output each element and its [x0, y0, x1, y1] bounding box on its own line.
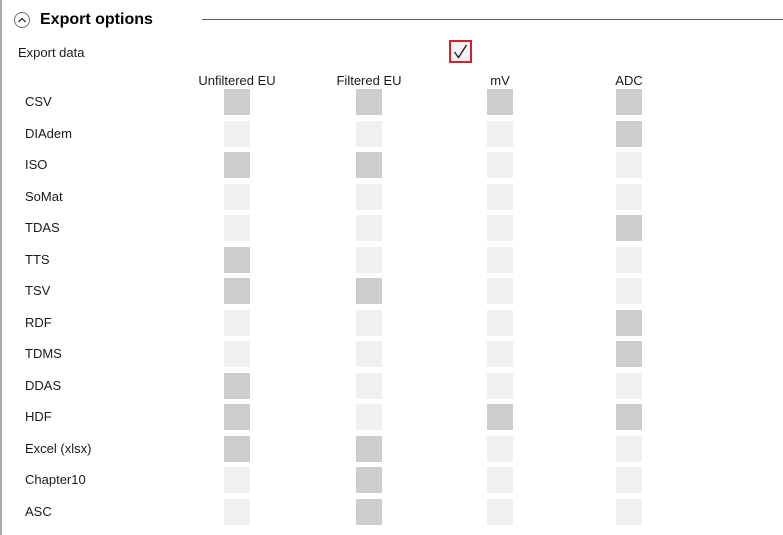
format-checkbox[interactable] — [487, 372, 513, 399]
format-checkbox[interactable] — [224, 309, 250, 336]
format-checkbox[interactable] — [224, 498, 250, 525]
header-divider — [202, 19, 783, 20]
format-checkbox[interactable] — [487, 89, 513, 115]
format-checkbox[interactable] — [356, 498, 382, 525]
format-checkbox[interactable] — [356, 278, 382, 304]
format-checkbox[interactable] — [224, 278, 250, 304]
format-checkbox[interactable] — [616, 89, 642, 115]
format-label: ISO — [25, 157, 48, 172]
format-checkbox[interactable] — [224, 120, 250, 147]
format-checkbox[interactable] — [616, 498, 642, 525]
format-label: RDF — [25, 314, 52, 330]
format-checkbox[interactable] — [356, 152, 382, 178]
format-checkbox[interactable] — [356, 309, 382, 336]
format-checkbox[interactable] — [224, 89, 250, 115]
format-checkbox[interactable] — [224, 246, 250, 273]
format-checkbox[interactable] — [616, 372, 642, 399]
format-checkbox[interactable] — [356, 341, 382, 367]
export-data-label: Export data — [18, 45, 85, 60]
checkmark-icon — [453, 44, 468, 59]
format-checkbox[interactable] — [224, 372, 250, 399]
column-header: Filtered EU — [336, 73, 402, 88]
column-header: Unfiltered EU — [198, 73, 276, 88]
format-checkbox[interactable] — [487, 309, 513, 336]
format-checkbox[interactable] — [487, 152, 513, 178]
format-label: TSV — [25, 283, 51, 298]
format-checkbox[interactable] — [487, 467, 513, 493]
format-checkbox[interactable] — [356, 246, 382, 273]
format-label: TTS — [25, 251, 50, 267]
format-checkbox[interactable] — [224, 152, 250, 178]
export-data-checkbox[interactable] — [449, 40, 472, 63]
format-label: ASC — [25, 503, 52, 519]
format-checkbox[interactable] — [224, 467, 250, 493]
format-label: TDMS — [25, 346, 62, 361]
format-label: DDAS — [25, 377, 62, 393]
column-header: mV — [490, 73, 510, 88]
format-checkbox[interactable] — [616, 215, 642, 241]
format-checkbox[interactable] — [356, 120, 382, 147]
format-checkbox[interactable] — [487, 278, 513, 304]
format-checkbox[interactable] — [616, 183, 642, 210]
export-options-panel: Export options Export data Unfiltered EU… — [0, 0, 783, 535]
format-checkbox[interactable] — [356, 467, 382, 493]
format-checkbox[interactable] — [487, 498, 513, 525]
section-title: Export options — [40, 11, 153, 28]
format-checkbox[interactable] — [616, 278, 642, 304]
format-label: HDF — [25, 409, 52, 424]
format-checkbox[interactable] — [616, 309, 642, 336]
format-label: TDAS — [25, 220, 60, 235]
format-label: Excel (xlsx) — [25, 440, 92, 456]
format-checkbox[interactable] — [616, 404, 642, 430]
format-checkbox[interactable] — [487, 120, 513, 147]
format-checkbox[interactable] — [487, 435, 513, 462]
format-label: SoMat — [25, 188, 63, 204]
format-checkbox[interactable] — [356, 183, 382, 210]
format-checkbox[interactable] — [224, 215, 250, 241]
format-checkbox[interactable] — [356, 372, 382, 399]
format-checkbox[interactable] — [616, 152, 642, 178]
format-checkbox[interactable] — [487, 404, 513, 430]
format-label: Chapter10 — [25, 472, 86, 487]
format-checkbox[interactable] — [356, 89, 382, 115]
format-checkbox[interactable] — [616, 246, 642, 273]
column-header: ADC — [615, 73, 643, 88]
format-checkbox[interactable] — [224, 404, 250, 430]
format-checkbox[interactable] — [224, 341, 250, 367]
format-checkbox[interactable] — [224, 183, 250, 210]
format-checkbox[interactable] — [616, 467, 642, 493]
format-checkbox[interactable] — [356, 215, 382, 241]
export-options-header: Export options — [14, 8, 783, 32]
format-label: CSV — [25, 94, 52, 109]
format-checkbox[interactable] — [487, 215, 513, 241]
format-checkbox[interactable] — [487, 246, 513, 273]
format-checkbox[interactable] — [356, 404, 382, 430]
format-checkbox[interactable] — [616, 120, 642, 147]
format-checkbox[interactable] — [487, 341, 513, 367]
format-checkbox[interactable] — [616, 435, 642, 462]
format-checkbox[interactable] — [616, 341, 642, 367]
format-checkbox[interactable] — [487, 183, 513, 210]
chevron-up-icon[interactable] — [14, 12, 30, 28]
format-label: DIAdem — [25, 125, 72, 141]
format-checkbox[interactable] — [224, 435, 250, 462]
format-checkbox[interactable] — [356, 435, 382, 462]
